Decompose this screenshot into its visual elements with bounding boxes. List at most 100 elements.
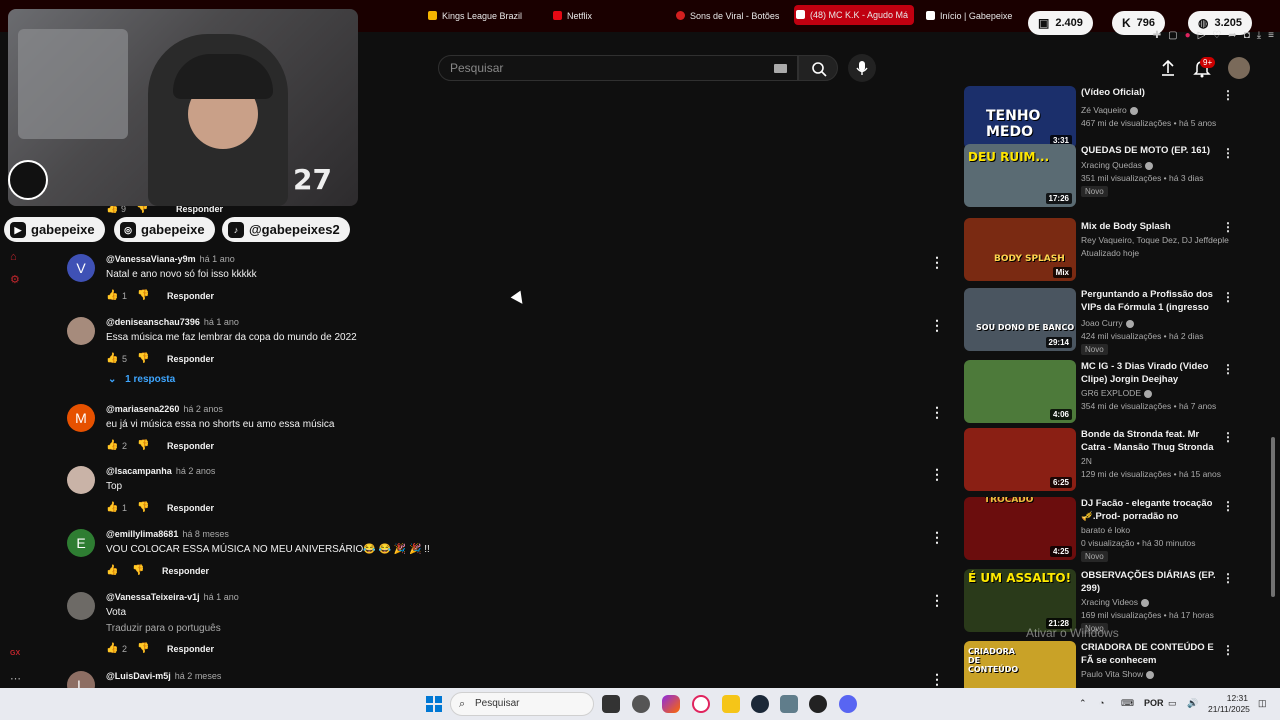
video-item[interactable]: TROCADO 4:25 DJ Facão - elegante trocaçã… (964, 497, 1234, 562)
video-item[interactable]: 6:25 Bonde da Stronda feat. Mr Catra - M… (964, 428, 1234, 492)
dislike-icon[interactable]: 👎 (137, 441, 149, 451)
video-channel[interactable]: Xracing Quedas (1081, 160, 1231, 170)
clock[interactable]: 12:31 21/11/2025 (1208, 693, 1250, 715)
video-item[interactable]: TENHO MEDO 3:31 (Vídeo Oficial) Zé Vaque… (964, 86, 1234, 150)
video-title[interactable]: OBSERVAÇÕES DIÁRIAS (EP. 299) (1081, 569, 1219, 595)
video-thumbnail[interactable]: É UM ASSALTO! 21:28 (964, 569, 1076, 632)
video-item[interactable]: CRIADORA DE CONTEÚDO CRIADORA DE CONTEÚD… (964, 641, 1234, 688)
avatar[interactable] (67, 317, 95, 345)
search-input[interactable]: Pesquisar (438, 55, 798, 81)
account-avatar[interactable] (1228, 57, 1250, 79)
comment-author[interactable]: @lsacampanha há 2 anos (106, 466, 215, 476)
tab-netflix[interactable]: Netflix (551, 6, 661, 26)
video-title[interactable]: Perguntando a Profissão dos VIPs da Fórm… (1081, 288, 1219, 314)
more-options-icon[interactable]: ⋮ (930, 254, 944, 271)
comment-author[interactable]: @VanessaTeixeira-v1j há 1 ano (106, 592, 239, 602)
like-icon[interactable]: 👍 (106, 644, 118, 654)
more-options-icon[interactable]: ⋮ (1222, 220, 1234, 234)
search-button[interactable] (798, 55, 838, 81)
tab-sons-de-viral[interactable]: Sons de Viral - Botões (674, 6, 786, 26)
avatar[interactable]: M (67, 404, 95, 432)
video-title[interactable]: (Vídeo Oficial) (1081, 86, 1219, 99)
tab-youtube-active[interactable]: (48) MC K.K - Agudo Má (794, 5, 914, 25)
video-channel[interactable]: Xracing Videos (1081, 597, 1231, 607)
more-options-icon[interactable]: ⋮ (930, 671, 944, 688)
dislike-icon[interactable]: 👎 (132, 566, 144, 576)
video-title[interactable]: QUEDAS DE MOTO (EP. 161) (1081, 144, 1219, 157)
avatar[interactable]: E (67, 529, 95, 557)
avatar[interactable] (67, 592, 95, 620)
video-channel[interactable]: Zé Vaqueiro (1081, 105, 1231, 115)
video-thumbnail[interactable]: CRIADORA DE CONTEÚDO (964, 641, 1076, 688)
play-icon[interactable]: ▷ (1198, 30, 1206, 41)
comment-author[interactable]: @deniseanschau7396 há 1 ano (106, 317, 239, 327)
more-options-icon[interactable]: ⋮ (1222, 571, 1234, 585)
taskbar-search[interactable]: ⌕ Pesquisar (450, 692, 594, 716)
home-icon[interactable]: ⌂ (10, 251, 22, 263)
scrollbar-thumb[interactable] (1271, 437, 1275, 597)
voice-search-button[interactable] (848, 54, 876, 82)
opera-gx-icon[interactable] (692, 695, 710, 713)
more-options-icon[interactable]: ⋮ (930, 317, 944, 334)
task-view-icon[interactable] (602, 695, 620, 713)
comment-time[interactable]: há 1 ano (200, 254, 235, 264)
reply-button[interactable]: Responder (167, 441, 214, 451)
video-title[interactable]: DJ Facão - elegante trocação 🎺.Prod- por… (1081, 497, 1219, 523)
dislike-icon[interactable]: 👎 (137, 644, 149, 654)
record-icon[interactable]: ● (1185, 30, 1191, 41)
extension-icon[interactable]: ✚ (1153, 30, 1161, 41)
video-title[interactable]: CRIADORA DE CONTEÚDO E FÃ se conhecem PE… (1081, 641, 1219, 667)
comment-time[interactable]: há 2 anos (183, 404, 223, 414)
like-icon[interactable]: 👍 (106, 566, 118, 576)
video-thumbnail[interactable]: TROCADO 4:25 (964, 497, 1076, 560)
tray-chevron-up-icon[interactable]: ⌃ (1079, 698, 1087, 709)
dislike-icon[interactable]: 👎 (137, 291, 149, 301)
menu-icon[interactable]: ≡ (1268, 30, 1274, 41)
volume-icon[interactable]: 🔊 (1187, 698, 1198, 709)
video-channel[interactable]: 2N (1081, 456, 1231, 466)
video-thumbnail[interactable]: BODY SPLASH Mix (964, 218, 1076, 281)
camera-icon[interactable]: ◘ (1244, 30, 1250, 41)
like-icon[interactable]: 👍 (106, 291, 118, 301)
tab-kings-league[interactable]: Kings League Brazil (426, 6, 546, 26)
like-icon[interactable]: 👍 (106, 441, 118, 451)
like-icon[interactable]: 👍 (106, 354, 118, 364)
more-options-icon[interactable]: ⋮ (1222, 430, 1234, 444)
reply-button[interactable]: Responder (167, 291, 214, 301)
avatar[interactable]: V (67, 254, 95, 282)
more-options-icon[interactable]: ⋮ (1222, 643, 1234, 657)
tab-gabepeixe[interactable]: Início | Gabepeixe (924, 6, 1024, 26)
video-item[interactable]: É UM ASSALTO! 21:28 OBSERVAÇÕES DIÁRIAS … (964, 569, 1234, 634)
heart-icon[interactable]: ♡ (1212, 30, 1221, 41)
comment-time[interactable]: há 2 meses (175, 671, 222, 681)
discord-icon[interactable] (839, 695, 857, 713)
video-item[interactable]: 4:06 MC IG - 3 Dias Virado (Video Clipe)… (964, 360, 1234, 424)
video-channel[interactable]: Joao Curry (1081, 318, 1231, 328)
comment-author[interactable]: @mariasena2260 há 2 anos (106, 404, 223, 414)
reply-button[interactable]: Responder (167, 503, 214, 513)
translate-link[interactable]: Traduzir para o português (106, 623, 221, 634)
comment-author[interactable]: @LuisDavi-m5j há 2 meses (106, 671, 221, 681)
comment-time[interactable]: há 8 meses (182, 529, 229, 539)
dislike-icon[interactable]: 👎 (137, 503, 149, 513)
more-icon[interactable]: ⋯ (10, 672, 22, 685)
share-icon[interactable]: ➦ (1228, 30, 1236, 41)
video-item[interactable]: BODY SPLASH Mix Mix de Body Splash Rey V… (964, 218, 1234, 282)
video-thumbnail[interactable]: 4:06 (964, 360, 1076, 423)
notification-center-icon[interactable]: ◫ (1258, 698, 1267, 709)
comment-author[interactable]: @emillylima8681 há 8 meses (106, 529, 229, 539)
more-options-icon[interactable]: ⋮ (930, 592, 944, 609)
download-icon[interactable]: ⤓ (1257, 30, 1261, 41)
reply-button[interactable]: Responder (167, 644, 214, 654)
reply-button[interactable]: Responder (167, 354, 214, 364)
more-options-icon[interactable]: ⋮ (1222, 146, 1234, 160)
comment-time[interactable]: há 2 anos (176, 466, 216, 476)
windows-start-icon[interactable] (426, 696, 442, 712)
like-icon[interactable]: 👍 (106, 503, 118, 513)
steam-icon[interactable] (751, 695, 769, 713)
more-options-icon[interactable]: ⋮ (930, 404, 944, 421)
obs-icon[interactable] (809, 695, 827, 713)
video-channel[interactable]: GR6 EXPLODE (1081, 388, 1231, 398)
settings-gear-icon[interactable] (780, 695, 798, 713)
video-thumbnail[interactable]: TENHO MEDO 3:31 (964, 86, 1076, 149)
